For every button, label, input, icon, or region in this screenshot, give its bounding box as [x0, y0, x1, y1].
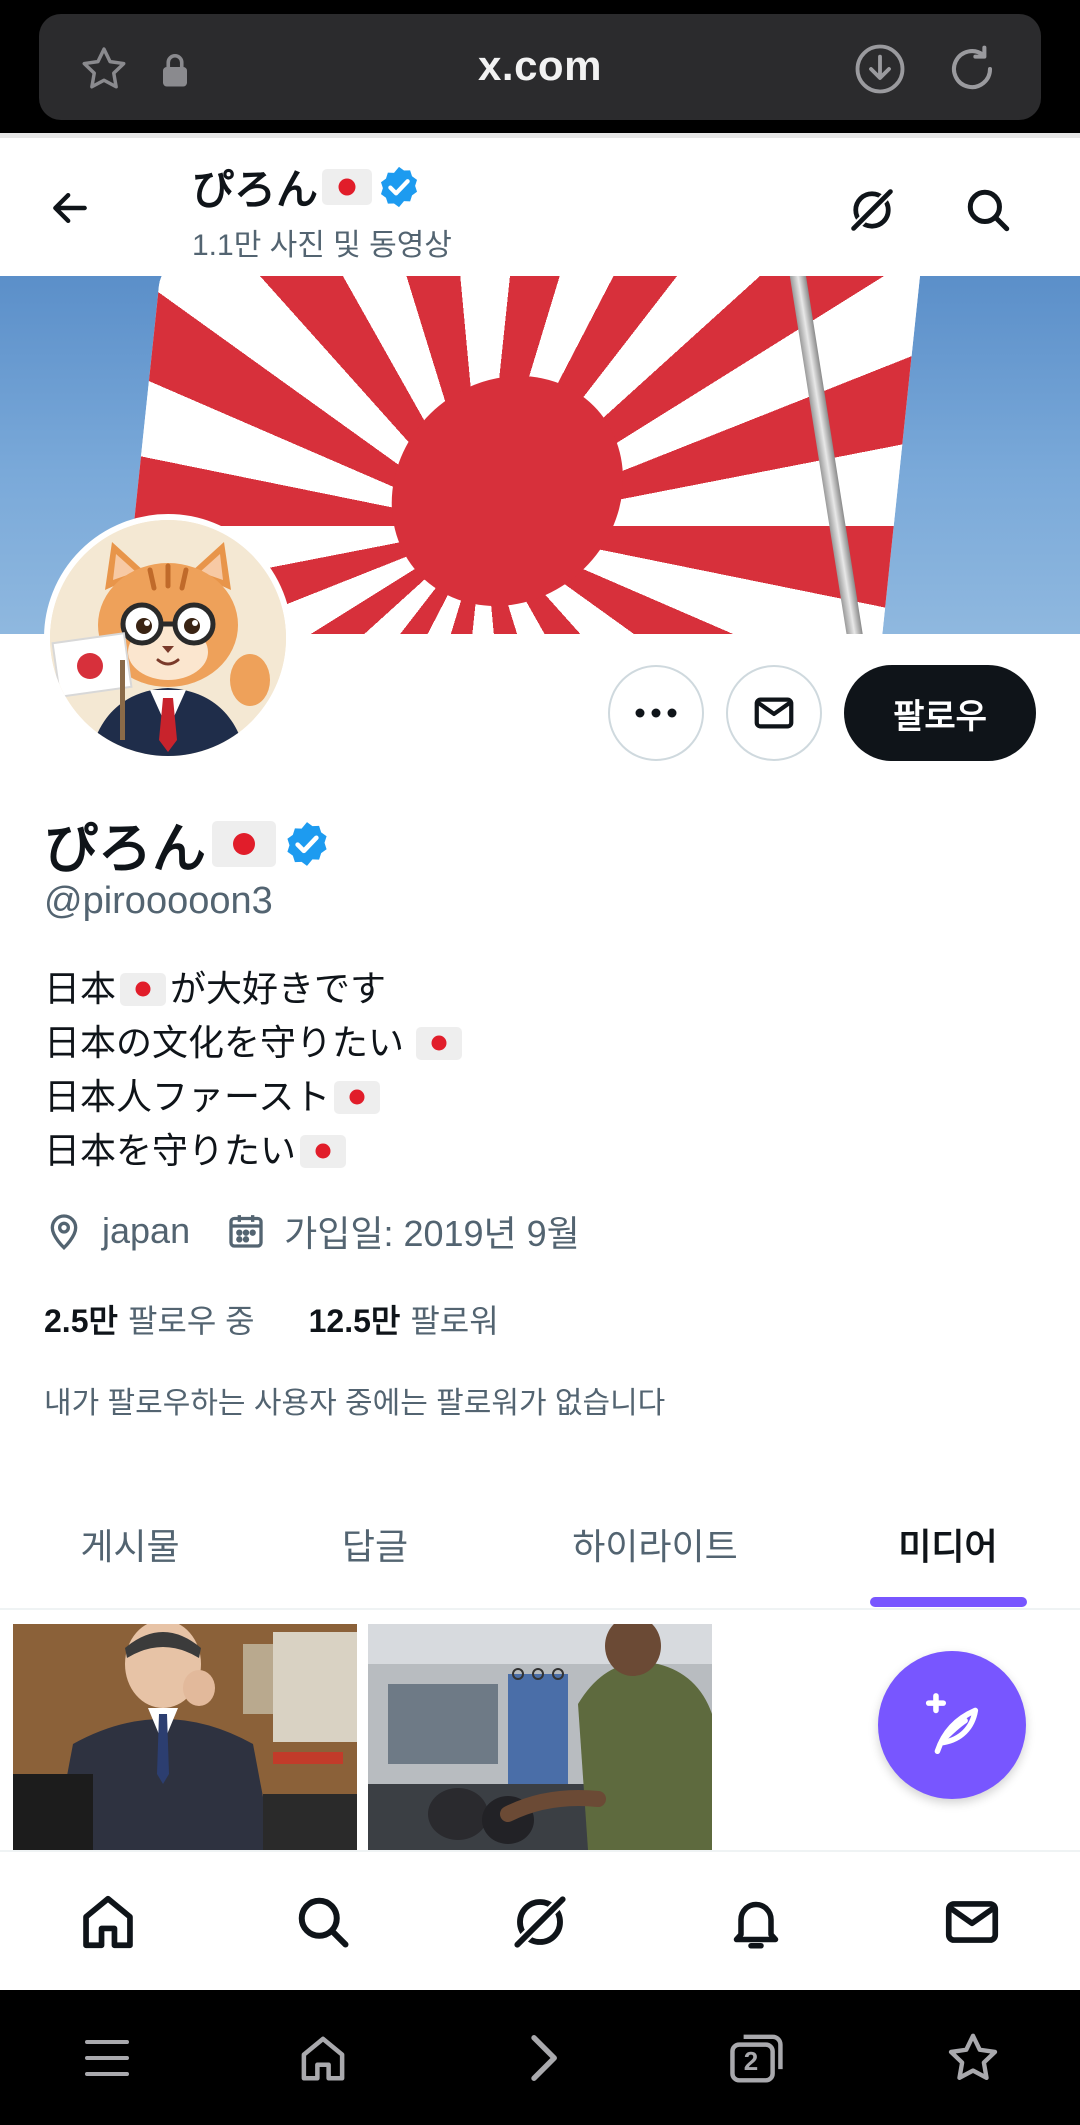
japan-flag-icon — [334, 1080, 381, 1114]
bio-line: 日本人ファースト — [44, 1070, 466, 1124]
media-thumbnail[interactable] — [13, 1624, 357, 1850]
profile-meta: japan 가입일: 2019년 9월 — [44, 1205, 616, 1257]
nav-grok[interactable] — [480, 1852, 600, 1992]
compose-post-icon — [925, 1693, 979, 1755]
tab-media[interactable]: 미디어 — [858, 1500, 1038, 1610]
nav-notifications[interactable] — [696, 1852, 816, 1992]
location: japan — [44, 1210, 190, 1252]
search-icon — [298, 1897, 349, 1948]
join-date-text: 가입일: 2019년 9월 — [284, 1213, 580, 1254]
compose-post-button[interactable] — [878, 1651, 1026, 1799]
bell-icon — [733, 1901, 779, 1949]
more-button[interactable] — [608, 665, 704, 761]
bio-line: 日本の文化を守りたい — [44, 1016, 466, 1070]
browser-bottom-bar: 2 — [0, 1990, 1080, 2125]
nav-messages[interactable] — [912, 1852, 1032, 1992]
profile-display-name: ぴろん — [44, 804, 332, 883]
grok-button[interactable] — [832, 170, 912, 250]
japan-flag-icon — [416, 1026, 463, 1060]
followers-count: 12.5만 — [308, 1303, 401, 1339]
tab-count: 2 — [743, 2045, 759, 2076]
back-button[interactable] — [30, 168, 110, 248]
tab-replies[interactable]: 답글 — [285, 1500, 465, 1610]
bio-text: が大好きです — [170, 968, 387, 1009]
browser-tabs-button[interactable]: 2 — [702, 1990, 812, 2125]
header-title: ぴろん — [192, 156, 422, 217]
following-link[interactable]: 2.5만 팔로우 중 — [44, 1296, 255, 1342]
nav-home[interactable] — [48, 1852, 168, 1992]
avatar[interactable] — [44, 514, 292, 762]
header-display-name: ぴろん — [192, 166, 319, 213]
browser-menu-button[interactable] — [52, 1990, 162, 2125]
bio-text: 日本 — [44, 968, 117, 1009]
browser-home-button[interactable] — [268, 1990, 378, 2125]
search-button[interactable] — [948, 170, 1028, 250]
following-count: 2.5만 — [44, 1303, 118, 1339]
location-pin-icon — [50, 1214, 78, 1250]
media-count: 1.1만 사진 및 동영상 — [192, 229, 452, 262]
profile-tabs: 게시물 답글 하이라이트 미디어 — [0, 1500, 1080, 1610]
mail-icon — [945, 1901, 999, 1943]
location-text: japan — [102, 1210, 191, 1251]
bottom-navigation — [0, 1850, 1080, 1990]
grok-icon — [848, 186, 896, 234]
calendar-icon — [229, 1215, 263, 1248]
followers-label: 팔로워 — [410, 1303, 499, 1339]
home-icon — [301, 2036, 345, 2080]
browser-forward-button[interactable] — [488, 1990, 598, 2125]
join-date: 가입일: 2019년 9월 — [226, 1205, 580, 1257]
nav-search[interactable] — [263, 1852, 383, 1992]
japan-flag-icon — [120, 972, 167, 1006]
japan-flag-icon — [212, 820, 276, 867]
tab-posts[interactable]: 게시물 — [40, 1500, 220, 1610]
tabs-icon: 2 — [728, 2031, 786, 2085]
followers-link[interactable]: 12.5만 팔로워 — [309, 1296, 499, 1342]
profile-header: ぴろん 1.1만 사진 및 동영상 — [0, 138, 1080, 276]
download-icon[interactable] — [851, 40, 909, 98]
following-label: 팔로우 중 — [127, 1303, 255, 1339]
grok-icon — [510, 1892, 570, 1952]
bio-text: 日本を守りたい — [44, 1130, 297, 1171]
browser-top-bar: x.com — [0, 0, 1080, 133]
tab-highlights[interactable]: 하이라이트 — [545, 1500, 765, 1610]
bio-line: 日本を守りたい — [44, 1124, 466, 1178]
bookmark-star-icon — [948, 2033, 998, 2080]
reload-icon[interactable] — [943, 40, 1001, 98]
display-name-text: ぴろん — [44, 819, 206, 879]
arrow-left-icon — [53, 192, 87, 224]
address-bar[interactable]: x.com — [39, 14, 1041, 120]
verified-badge-icon — [376, 164, 422, 210]
followers-you-know: 내가 팔로우하는 사용자 중에는 팔로워가 없습니다 — [44, 1387, 666, 1420]
bio-text: 日本の文化を守りたい — [44, 1022, 405, 1063]
home-icon — [83, 1895, 133, 1949]
search-icon — [967, 189, 1010, 232]
profile-bio: 日本 が大好きです 日本の文化を守りたい 日本人ファースト 日本を守りたい — [44, 962, 466, 1178]
verified-badge-icon[interactable] — [282, 819, 332, 869]
active-tab-indicator — [870, 1597, 1027, 1607]
chevron-right-icon — [531, 2034, 557, 2081]
follow-button[interactable]: 팔로우 — [844, 665, 1036, 761]
follow-stats: 2.5만 팔로우 중 12.5만 팔로워 — [44, 1296, 553, 1342]
japan-flag-icon — [300, 1134, 347, 1168]
hamburger-menu-icon — [85, 2039, 129, 2076]
profile-handle: @pirooooon3 — [44, 880, 273, 922]
message-button[interactable] — [726, 665, 822, 761]
more-icon — [635, 708, 677, 718]
mail-icon — [754, 697, 794, 729]
japan-flag-icon — [322, 168, 373, 205]
bio-line: 日本 が大好きです — [44, 962, 466, 1016]
browser-bookmarks-button[interactable] — [918, 1990, 1028, 2125]
bio-text: 日本人ファースト — [44, 1076, 331, 1117]
media-thumbnail[interactable] — [368, 1624, 712, 1850]
